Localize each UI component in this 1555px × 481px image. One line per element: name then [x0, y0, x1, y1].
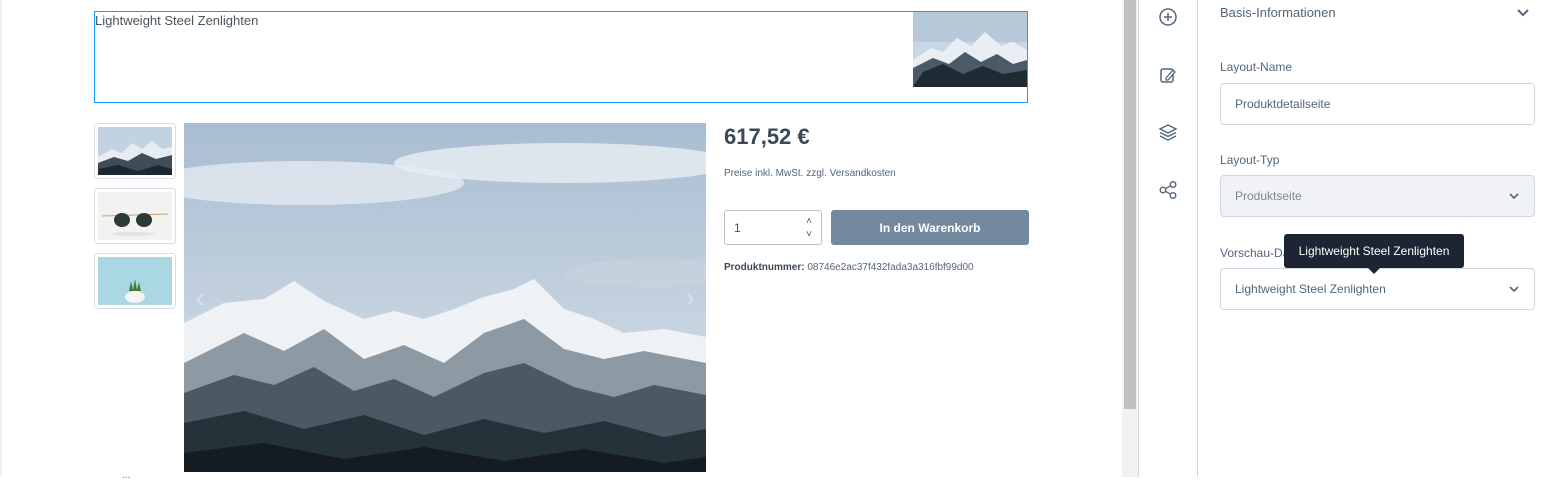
layout-name-input[interactable]: Produktdetailseite — [1220, 83, 1535, 125]
tooltip: Lightweight Steel Zenlighten — [1284, 234, 1464, 274]
product-price: 617,52 € — [724, 124, 810, 149]
edit-icon[interactable] — [1158, 65, 1178, 85]
section-title[interactable]: Basis-Informationen — [1220, 4, 1340, 22]
preview-data-label: Vorschau-Da — [1220, 246, 1290, 260]
thumbnail-1[interactable] — [94, 123, 176, 179]
next-slide-icon[interactable]: › — [680, 283, 700, 313]
description-snippet: ... — [122, 470, 131, 481]
quantity-value: 1 — [734, 221, 741, 235]
product-name: Lightweight Steel Zenlighten — [95, 13, 259, 28]
manufacturer-logo-image — [913, 12, 1027, 87]
product-number: Produktnummer: 08746e2ac37f432fada3a316f… — [724, 262, 974, 273]
sidebar-icon-strip — [1139, 0, 1197, 477]
product-name-block[interactable]: Lightweight Steel Zenlighten — [94, 11, 1028, 103]
preview-data-value: Lightweight Steel Zenlighten — [1235, 282, 1386, 296]
add-to-cart-button[interactable]: In den Warenkorb — [831, 210, 1029, 245]
chevron-down-icon[interactable] — [1508, 283, 1520, 295]
sunglasses-image — [98, 192, 172, 240]
plus-circle-icon[interactable] — [1158, 7, 1178, 27]
chevron-down-icon[interactable] — [1516, 6, 1530, 20]
quantity-stepper[interactable]: 1 ˄ ˅ — [724, 210, 822, 245]
scrollbar-thumb[interactable] — [1124, 0, 1136, 409]
plant-image — [98, 257, 172, 305]
chevron-down-icon — [1508, 190, 1520, 202]
mountain-image — [98, 127, 172, 175]
canvas-edge — [0, 0, 2, 477]
layout-type-value: Produktseite — [1235, 189, 1302, 203]
share-icon[interactable] — [1158, 180, 1178, 200]
product-main-image[interactable]: ‹ › — [184, 123, 706, 472]
product-number-value: 08746e2ac37f432fada3a316fbf99d00 — [807, 262, 974, 273]
layout-canvas: Lightweight Steel Zenlighten ‹ › 617,52 … — [0, 0, 1122, 481]
layers-icon[interactable] — [1158, 122, 1178, 142]
thumbnail-2[interactable] — [94, 188, 176, 244]
layout-name-label: Layout-Name — [1220, 60, 1293, 74]
chevron-up-icon[interactable]: ˄ — [806, 217, 812, 227]
layout-name-value: Produktdetailseite — [1235, 97, 1331, 111]
preview-data-select[interactable]: Lightweight Steel Zenlighten — [1220, 268, 1535, 310]
chevron-down-icon[interactable]: ˅ — [806, 230, 812, 240]
layout-type-label: Layout-Typ — [1220, 153, 1280, 167]
tax-note: Preise inkl. MwSt. zzgl. Versandkosten — [724, 168, 896, 179]
product-number-label: Produktnummer: — [724, 262, 805, 273]
thumbnail-3[interactable] — [94, 253, 176, 309]
previous-slide-icon[interactable]: ‹ — [190, 283, 210, 313]
layout-type-select: Produktseite — [1220, 175, 1535, 217]
